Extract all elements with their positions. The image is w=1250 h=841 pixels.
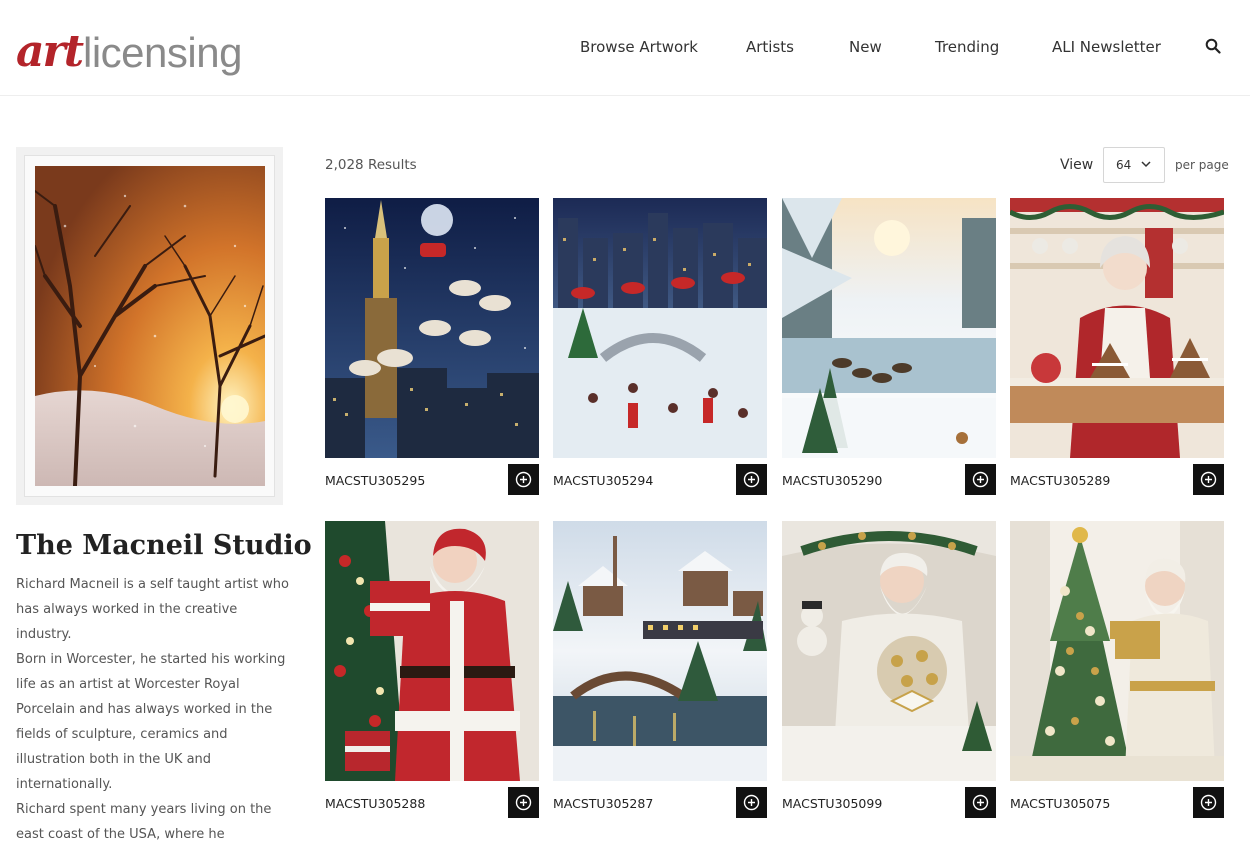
featured-artwork-frame [16, 147, 283, 505]
artwork-thumbnail[interactable] [325, 521, 539, 781]
bio-paragraph: Richard Macneil is a self taught artist … [16, 577, 289, 642]
artwork-card: MACSTU305290 [782, 198, 996, 495]
nav-new[interactable]: New [849, 38, 882, 56]
per-page-select[interactable]: 64 [1103, 147, 1165, 183]
add-to-lightbox-button[interactable] [508, 787, 539, 818]
artwork-code: MACSTU305294 [553, 473, 654, 488]
plus-circle-icon [515, 471, 532, 488]
plus-circle-icon [972, 794, 989, 811]
artwork-card: MACSTU305287 [553, 521, 767, 818]
add-to-lightbox-button[interactable] [965, 464, 996, 495]
nav-ali-newsletter[interactable]: ALI Newsletter [1052, 38, 1161, 56]
artwork-card: MACSTU305075 [1010, 521, 1224, 818]
artwork-code: MACSTU305295 [325, 473, 426, 488]
logo-licensing-text: licensing [83, 29, 242, 76]
plus-circle-icon [743, 794, 760, 811]
artwork-thumbnail[interactable] [553, 198, 767, 458]
featured-artwork-image [35, 166, 265, 486]
artwork-card: MACSTU305288 [325, 521, 539, 818]
nav-artists[interactable]: Artists [746, 38, 794, 56]
artwork-code: MACSTU305075 [1010, 796, 1111, 811]
artist-name: The Macneil Studio [16, 530, 312, 561]
add-to-lightbox-button[interactable] [736, 787, 767, 818]
plus-circle-icon [1200, 471, 1217, 488]
artwork-thumbnail[interactable] [553, 521, 767, 781]
artwork-code: MACSTU305289 [1010, 473, 1111, 488]
plus-circle-icon [972, 471, 989, 488]
nav-trending[interactable]: Trending [935, 38, 999, 56]
logo-art-text: art [16, 26, 84, 77]
view-label: View [1060, 157, 1094, 173]
artwork-thumbnail[interactable] [782, 198, 996, 458]
add-to-lightbox-button[interactable] [965, 787, 996, 818]
nav-browse-artwork[interactable]: Browse Artwork [580, 38, 698, 56]
artwork-code: MACSTU305287 [553, 796, 654, 811]
artwork-card: MACSTU305294 [553, 198, 767, 495]
artist-bio: Richard Macneil is a self taught artist … [16, 572, 291, 841]
artwork-card: MACSTU305295 [325, 198, 539, 495]
bio-paragraph: Born in Worcester, he started his workin… [16, 652, 286, 792]
add-to-lightbox-button[interactable] [508, 464, 539, 495]
plus-circle-icon [515, 794, 532, 811]
search-icon[interactable] [1205, 38, 1227, 60]
artwork-code: MACSTU305099 [782, 796, 883, 811]
artlicensing-logo[interactable]: art licensing [16, 22, 242, 74]
per-page-label: per page [1175, 158, 1229, 172]
results-count: 2,028 Results [325, 157, 417, 173]
featured-artwork-mat [24, 155, 275, 497]
add-to-lightbox-button[interactable] [736, 464, 767, 495]
chevron-down-icon [1141, 161, 1151, 168]
artwork-code: MACSTU305290 [782, 473, 883, 488]
per-page-value: 64 [1116, 158, 1132, 172]
artwork-code: MACSTU305288 [325, 796, 426, 811]
plus-circle-icon [1200, 794, 1217, 811]
add-to-lightbox-button[interactable] [1193, 787, 1224, 818]
site-header: art licensing Browse Artwork Artists New… [0, 0, 1250, 96]
artwork-thumbnail[interactable] [325, 198, 539, 458]
artwork-thumbnail[interactable] [1010, 198, 1224, 458]
artwork-thumbnail[interactable] [782, 521, 996, 781]
add-to-lightbox-button[interactable] [1193, 464, 1224, 495]
plus-circle-icon [743, 471, 760, 488]
bio-paragraph: Richard spent many years living on the e… [16, 802, 272, 841]
artwork-thumbnail[interactable] [1010, 521, 1224, 781]
artwork-card: MACSTU305289 [1010, 198, 1224, 495]
artwork-card: MACSTU305099 [782, 521, 996, 818]
